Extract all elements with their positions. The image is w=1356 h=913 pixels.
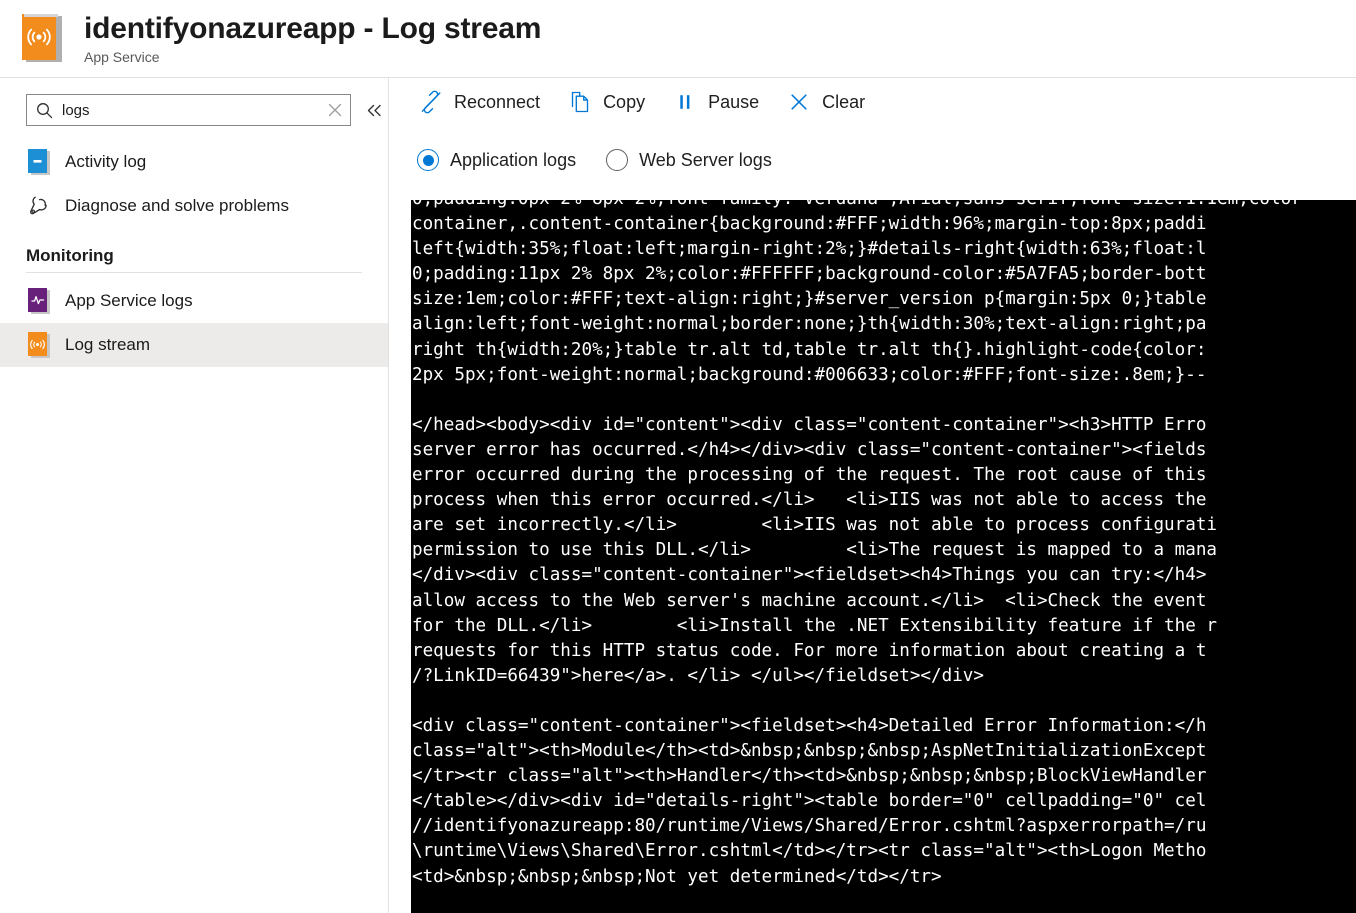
sidebar-item-log-stream[interactable]: Log stream: [0, 323, 388, 367]
log-stream-book-icon: [26, 332, 52, 358]
sidebar-divider: [26, 272, 362, 273]
copy-icon: [566, 88, 594, 116]
sidebar-search-row: [0, 78, 388, 126]
search-input[interactable]: [62, 101, 320, 119]
sidebar-item-label: Activity log: [65, 152, 147, 171]
log-type-radio-group: Application logs Web Server logs: [390, 136, 1356, 184]
page-subtitle: App Service: [84, 48, 160, 65]
log-line: size:1em;color:#FFF;text-align:right;}#s…: [412, 289, 1207, 310]
clear-search-icon[interactable]: [320, 95, 350, 125]
sidebar-item-label: Diagnose and solve problems: [65, 196, 289, 215]
collapse-menu-icon[interactable]: [361, 95, 387, 125]
log-line: </table></div><div id="details-right"><t…: [412, 791, 1207, 812]
plug-disconnect-icon: [417, 88, 445, 116]
log-stream-toolbar: Reconnect Copy Pause Clear: [390, 78, 1356, 126]
log-line: 2px 5px;font-weight:normal;background:#0…: [412, 364, 1207, 385]
log-output-console[interactable]: 0;padding:0px 2% 8px 2%;font-family:"Ver…: [411, 200, 1356, 913]
log-line: class="alt"><th>Module</th><td>&nbsp;&nb…: [412, 741, 1207, 762]
sidebar-group-monitoring: Monitoring: [26, 246, 114, 265]
log-stream-pane: Reconnect Copy Pause Clear Application l…: [390, 78, 1356, 913]
radio-web-server-logs-label: Web Server logs: [639, 149, 772, 170]
log-line: allow access to the Web server's machine…: [412, 590, 1207, 611]
log-line: left{width:35%;float:left;margin-right:2…: [412, 239, 1207, 260]
app-service-logs-book-icon: [26, 288, 52, 314]
sidebar-item-diagnose-and-solve-problems[interactable]: Diagnose and solve problems: [0, 184, 388, 228]
activity-log-book-icon: [26, 149, 52, 175]
log-line: requests for this HTTP status code. For …: [412, 640, 1207, 661]
log-line: error occurred during the processing of …: [412, 465, 1207, 486]
log-line: container,.content-container{background:…: [412, 214, 1207, 235]
log-line: </tr><tr class="alt"><th>Handler</th><td…: [412, 766, 1207, 787]
log-line: \runtime\Views\Shared\Error.cshtml</td><…: [412, 841, 1207, 862]
search-box[interactable]: [26, 94, 351, 126]
copy-button[interactable]: Copy: [566, 82, 659, 122]
close-icon: [785, 88, 813, 116]
sidebar-nav-list: Activity log Diagnose and solve problems…: [0, 140, 388, 367]
radio-selected-icon: [417, 149, 439, 171]
radio-application-logs-label: Application logs: [450, 149, 577, 170]
log-line: <div class="content-container"><fieldset…: [412, 715, 1207, 736]
sidebar-item-label: App Service logs: [65, 291, 193, 310]
log-line: align:left;font-weight:normal;border:non…: [412, 314, 1207, 335]
log-line: process when this error occurred.</li> <…: [412, 490, 1207, 511]
pause-label: Pause: [708, 91, 760, 112]
log-line: 0;padding:11px 2% 8px 2%;color:#FFFFFF;b…: [412, 264, 1207, 285]
sidebar-item-activity-log[interactable]: Activity log: [0, 140, 388, 184]
log-line: for the DLL.</li> <li>Install the .NET E…: [412, 615, 1218, 636]
search-icon: [36, 102, 53, 119]
radio-unselected-icon: [606, 149, 629, 171]
radio-application-logs[interactable]: Application logs: [417, 149, 576, 171]
sidebar-item-app-service-logs[interactable]: App Service logs: [0, 279, 388, 323]
log-line: server error has occurred.</h4></div><di…: [412, 439, 1207, 460]
reconnect-label: Reconnect: [454, 91, 541, 112]
log-line: are set incorrectly.</li> <li>IIS was no…: [412, 515, 1218, 536]
log-output-lines: 0;padding:0px 2% 8px 2%;font-family:"Ver…: [411, 200, 1356, 913]
log-line: right th{width:20%;}table tr.alt td,tabl…: [412, 339, 1207, 360]
radio-web-server-logs[interactable]: Web Server logs: [606, 149, 772, 171]
reconnect-button[interactable]: Reconnect: [417, 82, 554, 122]
clear-button[interactable]: Clear: [785, 82, 879, 122]
page-header: identifyonazureapp - Log stream App Serv…: [0, 0, 1356, 78]
wrench-icon: [26, 193, 52, 219]
pause-button[interactable]: Pause: [671, 82, 773, 122]
log-line: </div><div class="content-container"><fi…: [412, 565, 1207, 586]
sidebar-item-label: Log stream: [65, 335, 151, 354]
log-line: </head><body><div id="content"><div clas…: [412, 414, 1207, 435]
clear-label: Clear: [822, 91, 866, 112]
resource-menu-sidebar: Activity log Diagnose and solve problems…: [0, 78, 389, 913]
page-title: identifyonazureapp - Log stream: [84, 11, 542, 45]
pause-icon: [671, 88, 699, 116]
copy-label: Copy: [603, 91, 646, 112]
log-line: /?LinkID=66439">here</a>. </li> </ul></f…: [412, 665, 984, 686]
log-line: //identifyonazureapp:80/runtime/Views/Sh…: [412, 816, 1207, 837]
app-service-book-icon: [22, 13, 68, 64]
log-line: <td>&nbsp;&nbsp;&nbsp;Not yet determined…: [412, 866, 942, 887]
log-line: permission to use this DLL.</li> <li>The…: [412, 540, 1218, 561]
log-line: 0;padding:0px 2% 8px 2%;font-family:"Ver…: [412, 200, 1356, 212]
